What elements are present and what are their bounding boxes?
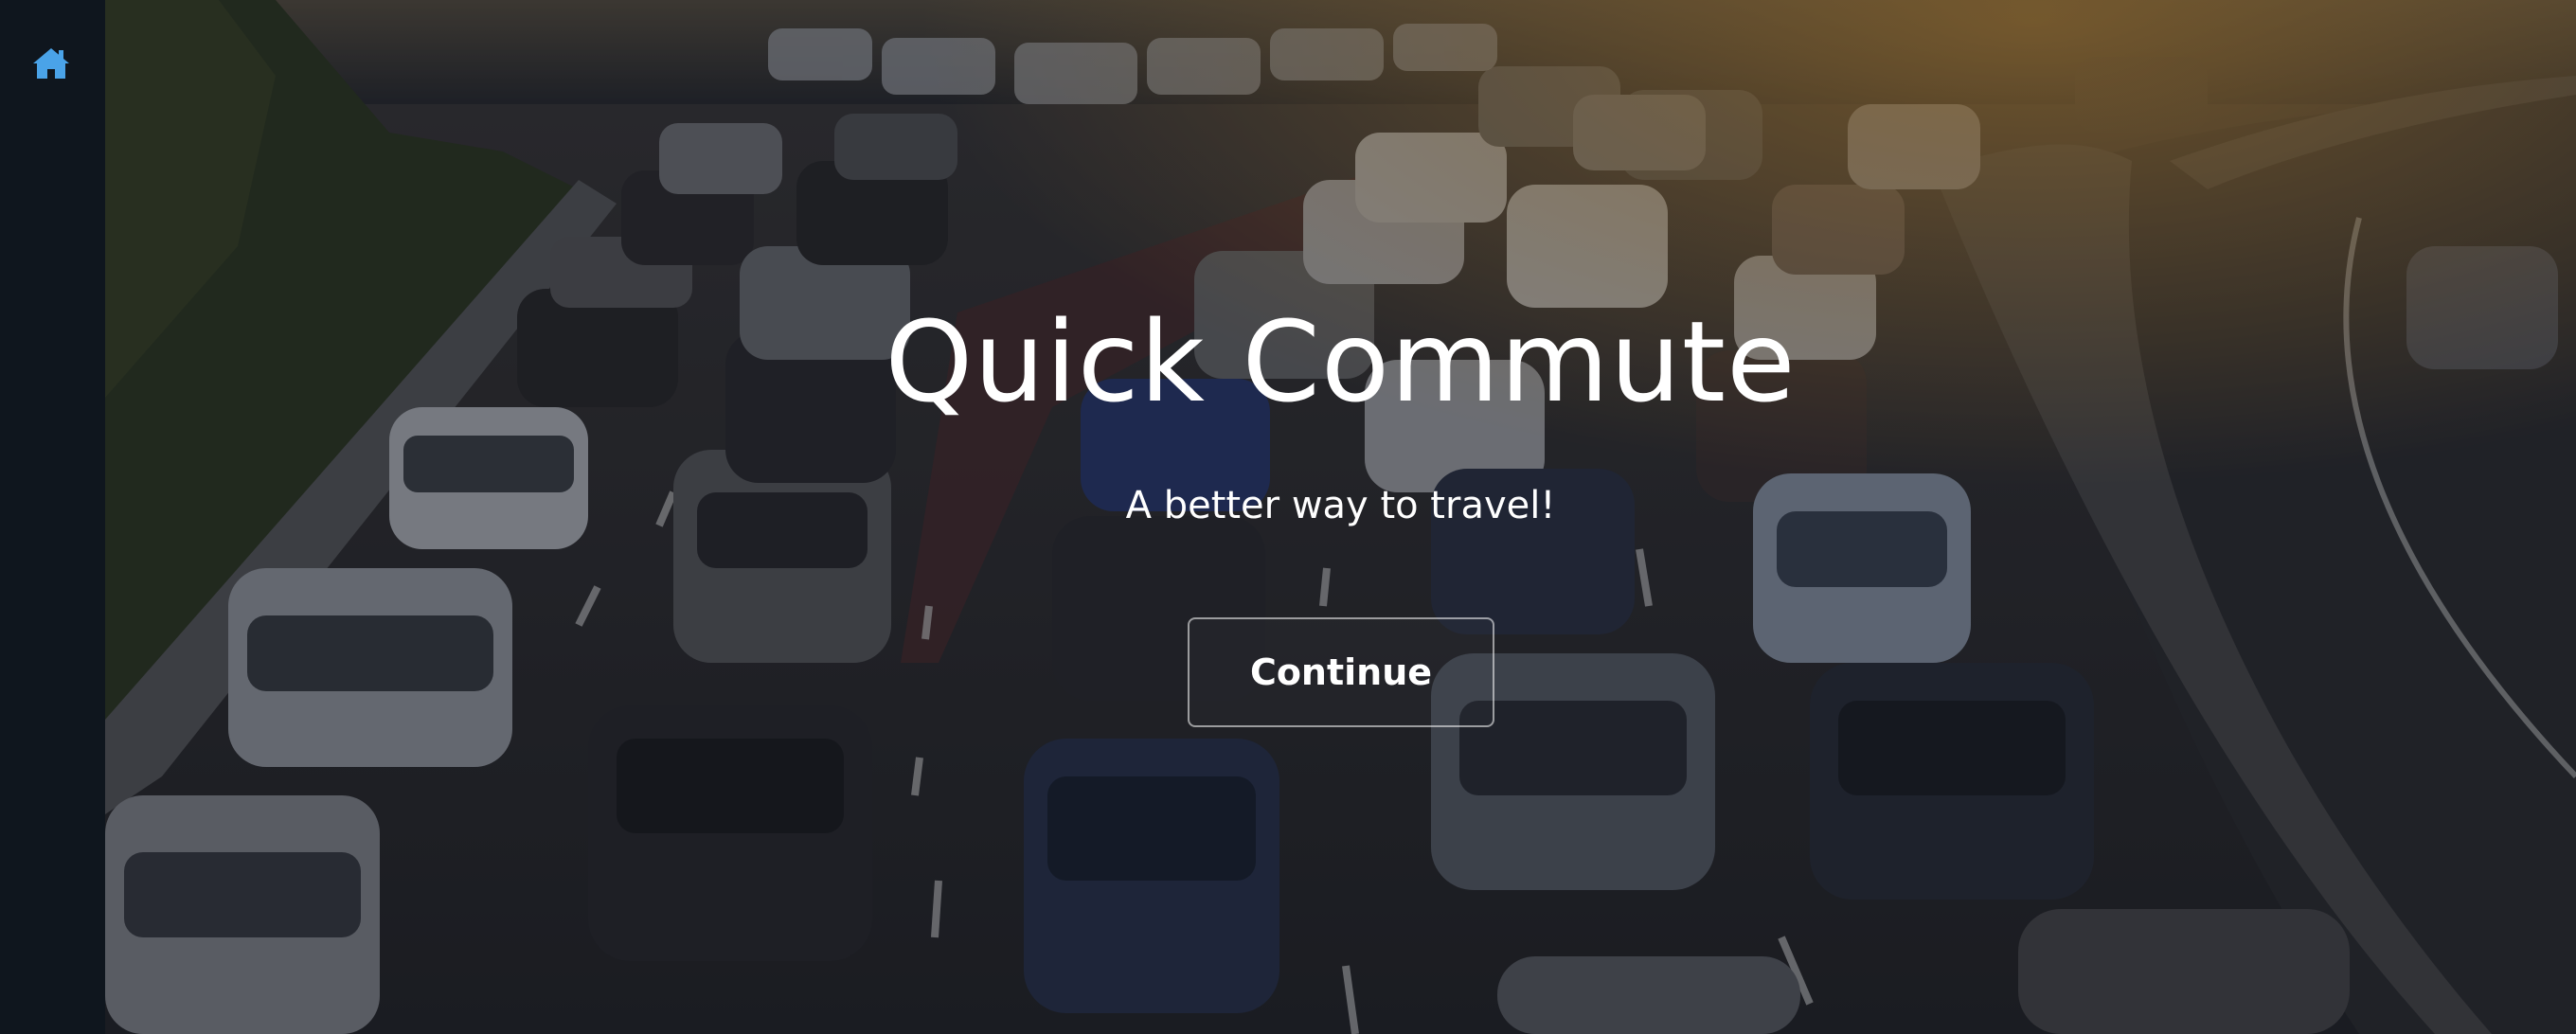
sidebar (0, 0, 105, 1034)
app-root: Quick Commute A better way to travel! Co… (0, 0, 2576, 1034)
continue-button[interactable]: Continue (1188, 617, 1494, 727)
home-icon (33, 48, 69, 79)
page-title: Quick Commute (885, 296, 1797, 427)
hero-content: Quick Commute A better way to travel! Co… (105, 0, 2576, 1034)
home-button[interactable] (29, 45, 73, 82)
page-subtitle: A better way to travel! (1125, 484, 1556, 527)
